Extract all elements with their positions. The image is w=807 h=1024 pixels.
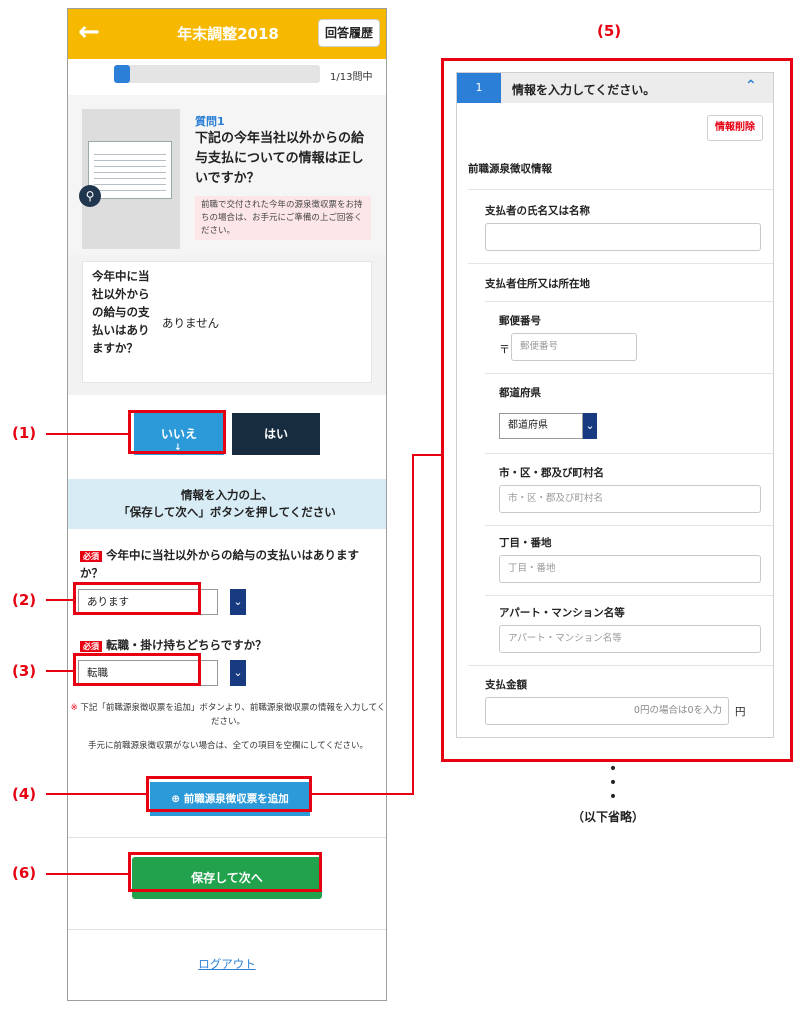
callout-label-5: (5) xyxy=(597,22,622,40)
panel-number: 1 xyxy=(457,73,501,103)
city-input[interactable]: 市・区・郡及び町村名 xyxy=(499,485,761,513)
section-title: 前職源泉徴収情報 xyxy=(468,163,552,175)
note1-text: 下記「前職源泉徴収票を追加」ボタンより、前職源泉徴収票の情報を入力してください。 xyxy=(80,703,386,727)
withholding-info-panel: 1 情報を入力してください。 ⌃ 情報削除 前職源泉徴収情報 支払者の氏名又は名… xyxy=(456,72,774,738)
required-badge: 必須 xyxy=(80,551,102,562)
info-banner: 情報を入力の上、 「保存して次へ」ボタンを押してください xyxy=(68,479,386,529)
chevron-down-icon[interactable]: ⌄ xyxy=(230,660,246,686)
payer-name-input[interactable] xyxy=(485,223,761,251)
payer-address-label: 支払者住所又は所在地 xyxy=(485,278,590,290)
chevron-down-icon[interactable]: ⌄ xyxy=(583,413,597,439)
delete-info-button[interactable]: 情報削除 xyxy=(707,115,763,141)
amount-input[interactable]: 0円の場合は0を入力 xyxy=(485,697,729,725)
prefecture-select[interactable]: 都道府県 xyxy=(499,413,583,439)
callout-label-1: (1) xyxy=(12,424,37,442)
note-mark: ※ xyxy=(70,703,78,713)
omitted-text: （以下省略） xyxy=(572,810,645,824)
block-input[interactable]: 丁目・番地 xyxy=(499,555,761,583)
question2-label: 転職・掛け持ちどちらですか？ xyxy=(106,638,267,652)
callout-line-3 xyxy=(46,670,73,672)
building-input[interactable]: アパート・マンション名等 xyxy=(499,625,761,653)
callout-box-1 xyxy=(128,410,226,454)
zoom-icon[interactable]: ⚲ xyxy=(79,185,101,207)
callout-box-3 xyxy=(73,653,201,686)
divider xyxy=(485,301,773,302)
postal-code-input[interactable]: 郵便番号 xyxy=(511,333,637,361)
payer-name-label: 支払者の氏名又は名称 xyxy=(485,205,590,217)
yes-button[interactable]: はい xyxy=(232,413,320,455)
amount-unit: 円 xyxy=(735,706,746,718)
question-note: 前職で交付された今年の源泉徴収票をお持ちの場合は、お手元にご準備の上ご回答くださ… xyxy=(195,196,371,240)
connector-h1 xyxy=(312,793,414,795)
ellipsis-dots: • • • xyxy=(608,761,618,805)
callout-line-4 xyxy=(46,793,146,795)
callout-label-4: (4) xyxy=(12,785,37,803)
app-title: 年末調整2018 xyxy=(177,25,279,43)
chevron-down-icon[interactable]: ⌄ xyxy=(230,589,246,615)
question-number: 質問1 xyxy=(195,115,225,128)
callout-box-6 xyxy=(128,852,322,892)
divider xyxy=(485,453,773,454)
callout-label-2: (2) xyxy=(12,591,37,609)
callout-line-1 xyxy=(46,433,128,435)
answer-value: ありません xyxy=(162,316,220,330)
document-lines xyxy=(94,149,166,191)
question2-label-row: 必須 転職・掛け持ちどちらですか？ xyxy=(80,637,380,653)
info-banner-line1: 情報を入力の上、 xyxy=(181,488,273,502)
prefecture-label: 都道府県 xyxy=(499,387,541,399)
divider xyxy=(468,189,773,190)
progress-fill xyxy=(114,65,130,83)
form-note-2: 手元に前職源泉徴収票がない場合は、全ての項目を空欄にしてください。 xyxy=(88,741,368,751)
block-label: 丁目・番地 xyxy=(499,537,552,549)
callout-label-3: (3) xyxy=(12,662,37,680)
callout-box-4 xyxy=(146,776,312,812)
city-label: 市・区・郡及び町村名 xyxy=(499,467,604,479)
divider xyxy=(485,373,773,374)
form-note-1: ※ 下記「前職源泉徴収票を追加」ボタンより、前職源泉徴収票の情報を入力してくださ… xyxy=(70,701,386,729)
chevron-up-icon[interactable]: ⌃ xyxy=(745,78,757,94)
postal-mark: 〒 xyxy=(499,343,510,356)
building-label: アパート・マンション名等 xyxy=(499,607,625,619)
divider xyxy=(485,525,773,526)
required-badge: 必須 xyxy=(80,641,102,652)
divider xyxy=(468,263,773,264)
divider xyxy=(485,595,773,596)
panel-title: 情報を入力してください。 xyxy=(512,83,656,97)
question1-label: 今年中に当社以外からの給与の支払いはありますか？ xyxy=(80,548,360,580)
divider xyxy=(468,665,773,666)
callout-label-6: (6) xyxy=(12,864,37,882)
answer-question: 今年中に当社以外からの給与の支払いはありますか？ xyxy=(92,269,150,355)
question-text: 下記の今年当社以外からの給与支払についての情報は正しいですか？ xyxy=(195,131,365,186)
callout-line-6 xyxy=(46,873,128,875)
divider xyxy=(68,837,386,838)
amount-label: 支払金額 xyxy=(485,679,527,691)
question1-label-row: 必須 今年中に当社以外からの給与の支払いはありますか？ xyxy=(80,547,380,582)
connector-v xyxy=(412,454,414,795)
connector-h2 xyxy=(412,454,442,456)
info-banner-line2: 「保存して次へ」ボタンを押してください xyxy=(118,505,336,519)
progress-text: 1/13問中 xyxy=(330,72,373,83)
progress-track xyxy=(114,65,320,83)
answer-history-button[interactable]: 回答履歴 xyxy=(318,19,380,47)
back-arrow-icon[interactable]: ← xyxy=(78,17,108,47)
callout-line-2 xyxy=(46,599,73,601)
logout-link[interactable]: ログアウト xyxy=(68,956,386,972)
divider xyxy=(68,929,386,930)
postal-label: 郵便番号 xyxy=(499,315,541,327)
callout-box-2 xyxy=(73,582,201,615)
